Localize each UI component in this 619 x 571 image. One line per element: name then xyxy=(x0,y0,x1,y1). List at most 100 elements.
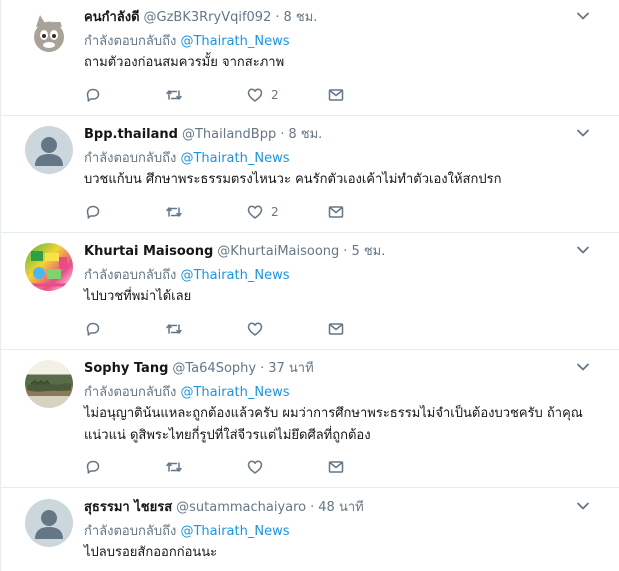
username[interactable]: @sutammachaiyaro xyxy=(176,500,306,515)
reply-button[interactable] xyxy=(84,85,102,105)
chevron-down-icon[interactable] xyxy=(575,125,591,141)
tweet-header: คนกำลังดี @GzBK3RryVqif092 · 8 ชม. xyxy=(84,6,318,27)
tweet-header: Bpp.thailand @ThailandBpp · 8 ชม. xyxy=(84,123,322,144)
retweet-icon xyxy=(166,90,182,100)
like-button[interactable] xyxy=(246,319,271,339)
username[interactable]: @KhurtaiMaisoong xyxy=(217,244,339,259)
username[interactable]: @Ta64Sophy xyxy=(172,361,256,376)
direct-message-button[interactable] xyxy=(327,319,345,339)
tweet-actions: 2 xyxy=(84,85,364,105)
display-name[interactable]: Bpp.thailand xyxy=(84,127,178,142)
like-button[interactable] xyxy=(246,457,271,477)
separator-dot: · xyxy=(280,127,285,142)
display-name[interactable]: สุธรรมา ไชยรส xyxy=(84,496,172,517)
heart-icon xyxy=(247,88,263,102)
reply-button[interactable] xyxy=(84,202,102,222)
reply-mention-link[interactable]: @Thairath_News xyxy=(180,268,289,283)
tweet-actions xyxy=(84,457,364,477)
reply-icon xyxy=(86,88,100,102)
tweet-text: ถามตัวองก่อนสมควรมั้ย จากสะภาพ xyxy=(84,52,594,74)
avatar[interactable] xyxy=(25,360,73,408)
tweet[interactable]: Bpp.thailand @ThailandBpp · 8 ชม. กำลังต… xyxy=(1,116,619,233)
tweet-text: บวชแก้บน ศึกษาพระธรรมตรงไหนวะ คนรักตัวเอ… xyxy=(84,169,594,191)
retweet-icon xyxy=(166,207,182,217)
tweet-actions: 2 xyxy=(84,202,364,222)
tweet-text-line: ไม่อนุญาติน้นแหละถูกต้องแล้วครับ ผมว่ากา… xyxy=(84,406,583,421)
reply-prefix: กำลังตอบกลับถึง xyxy=(84,385,177,400)
avatar[interactable] xyxy=(25,499,73,547)
tweet-text-line: บวชแก้บน ศึกษาพระธรรมตรงไหนวะ คนรักตัวเอ… xyxy=(84,172,502,187)
tweet-text-line: ถามตัวองก่อนสมควรมั้ย จากสะภาพ xyxy=(84,55,285,70)
direct-message-button[interactable] xyxy=(327,457,345,477)
reply-mention-link[interactable]: @Thairath_News xyxy=(180,385,289,400)
reply-prefix: กำลังตอบกลับถึง xyxy=(84,151,177,166)
reply-context: กำลังตอบกลับถึง @Thairath_News xyxy=(84,147,289,168)
reply-icon xyxy=(86,322,100,336)
timestamp[interactable]: 48 นาที xyxy=(318,496,363,517)
like-count: 2 xyxy=(271,205,279,219)
like-button[interactable]: 2 xyxy=(246,85,279,105)
chevron-down-icon[interactable] xyxy=(575,498,591,514)
direct-message-button[interactable] xyxy=(327,85,345,105)
username[interactable]: @ThailandBpp xyxy=(182,127,276,142)
display-name[interactable]: Khurtai Maisoong xyxy=(84,244,213,259)
reply-context: กำลังตอบกลับถึง @Thairath_News xyxy=(84,30,289,51)
retweet-button[interactable] xyxy=(165,457,183,477)
tweet-header: Sophy Tang @Ta64Sophy · 37 นาที xyxy=(84,357,314,378)
reply-context: กำลังตอบกลับถึง @Thairath_News xyxy=(84,264,289,285)
heart-icon xyxy=(247,205,263,219)
retweet-button[interactable] xyxy=(165,202,183,222)
tweet[interactable]: คนกำลังดี @GzBK3RryVqif092 · 8 ชม. กำลัง… xyxy=(1,0,619,116)
timestamp[interactable]: 8 ชม. xyxy=(284,6,318,27)
reply-mention-link[interactable]: @Thairath_News xyxy=(180,151,289,166)
separator-dot: · xyxy=(260,361,265,376)
display-name[interactable]: คนกำลังดี xyxy=(84,6,140,27)
tweet[interactable]: สุธรรมา ไชยรส @sutammachaiyaro · 48 นาที… xyxy=(1,488,619,571)
like-button[interactable]: 2 xyxy=(246,202,279,222)
tweet-header: สุธรรมา ไชยรส @sutammachaiyaro · 48 นาที xyxy=(84,496,364,517)
reply-button[interactable] xyxy=(84,457,102,477)
retweet-button[interactable] xyxy=(165,85,183,105)
envelope-icon xyxy=(328,89,344,101)
avatar[interactable] xyxy=(25,243,73,291)
tweet[interactable]: Sophy Tang @Ta64Sophy · 37 นาที กำลังตอบ… xyxy=(1,350,619,488)
chevron-down-icon[interactable] xyxy=(575,242,591,258)
tweet-header: Khurtai Maisoong @KhurtaiMaisoong · 5 ชม… xyxy=(84,240,385,261)
separator-dot: · xyxy=(275,10,280,25)
envelope-icon xyxy=(328,461,344,473)
reply-mention-link[interactable]: @Thairath_News xyxy=(180,34,289,49)
heart-icon xyxy=(247,460,263,474)
separator-dot: · xyxy=(343,244,348,259)
reply-prefix: กำลังตอบกลับถึง xyxy=(84,268,177,283)
like-count: 2 xyxy=(271,88,279,102)
username[interactable]: @GzBK3RryVqif092 xyxy=(144,10,272,25)
envelope-icon xyxy=(328,323,344,335)
tweet-text-line: ไปลบรอยสักออกก่อนนะ xyxy=(84,545,218,560)
tweet-text-line: แน่วแน่ ดูสิพระไทยกี่รูปที่ใส่จีวรแต่ไม่… xyxy=(84,428,371,443)
heart-icon xyxy=(247,322,263,336)
tweet-text: ไม่อนุญาติน้นแหละถูกต้องแล้วครับ ผมว่ากา… xyxy=(84,403,594,447)
chevron-down-icon[interactable] xyxy=(575,359,591,375)
display-name[interactable]: Sophy Tang xyxy=(84,361,168,376)
separator-dot: · xyxy=(310,500,315,515)
timestamp[interactable]: 37 นาที xyxy=(268,357,313,378)
timestamp[interactable]: 5 ชม. xyxy=(351,240,385,261)
retweet-icon xyxy=(166,324,182,334)
tweet[interactable]: Khurtai Maisoong @KhurtaiMaisoong · 5 ชม… xyxy=(1,233,619,350)
avatar[interactable] xyxy=(25,126,73,174)
retweet-button[interactable] xyxy=(165,319,183,339)
direct-message-button[interactable] xyxy=(327,202,345,222)
envelope-icon xyxy=(328,206,344,218)
reply-button[interactable] xyxy=(84,319,102,339)
tweet-text: ไปลบรอยสักออกก่อนนะ xyxy=(84,542,594,564)
reply-prefix: กำลังตอบกลับถึง xyxy=(84,34,177,49)
reply-icon xyxy=(86,205,100,219)
reply-icon xyxy=(86,460,100,474)
avatar[interactable] xyxy=(25,9,73,57)
chevron-down-icon[interactable] xyxy=(575,8,591,24)
reply-mention-link[interactable]: @Thairath_News xyxy=(180,524,289,539)
tweet-text: ไปบวชที่พม่าได้เลย xyxy=(84,286,594,308)
timestamp[interactable]: 8 ชม. xyxy=(288,123,322,144)
reply-context: กำลังตอบกลับถึง @Thairath_News xyxy=(84,381,289,402)
reply-prefix: กำลังตอบกลับถึง xyxy=(84,524,177,539)
